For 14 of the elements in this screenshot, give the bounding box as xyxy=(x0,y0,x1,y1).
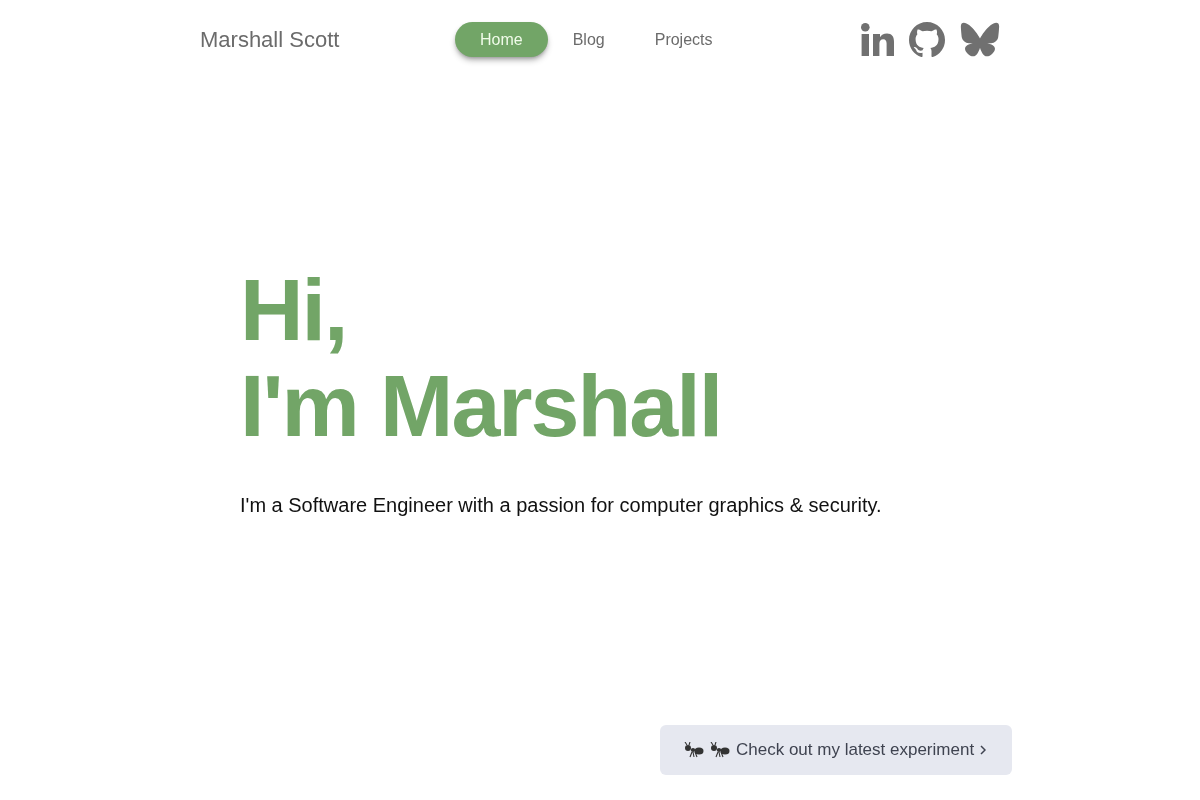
chevron-right-icon xyxy=(980,745,987,755)
greeting-heading: Hi, xyxy=(240,262,347,358)
experiment-link[interactable]: Check out my latest experiment xyxy=(660,725,1012,775)
linkedin-icon[interactable] xyxy=(861,23,894,56)
nav-tab[interactable]: Projects xyxy=(629,22,738,57)
ant-icon xyxy=(684,742,704,758)
nav-tab[interactable]: Blog xyxy=(547,22,630,57)
butterfly-icon[interactable] xyxy=(960,22,1000,57)
ant-icon xyxy=(710,742,730,758)
greeting-heading: I'm Marshall xyxy=(240,358,722,454)
github-icon[interactable] xyxy=(909,21,945,58)
experiment-link-label: Check out my latest experiment xyxy=(736,739,975,762)
site-title[interactable]: Marshall Scott xyxy=(200,23,455,56)
tagline-text: I'm a Software Engineer with a passion for computer graphics & security. xyxy=(240,493,883,518)
